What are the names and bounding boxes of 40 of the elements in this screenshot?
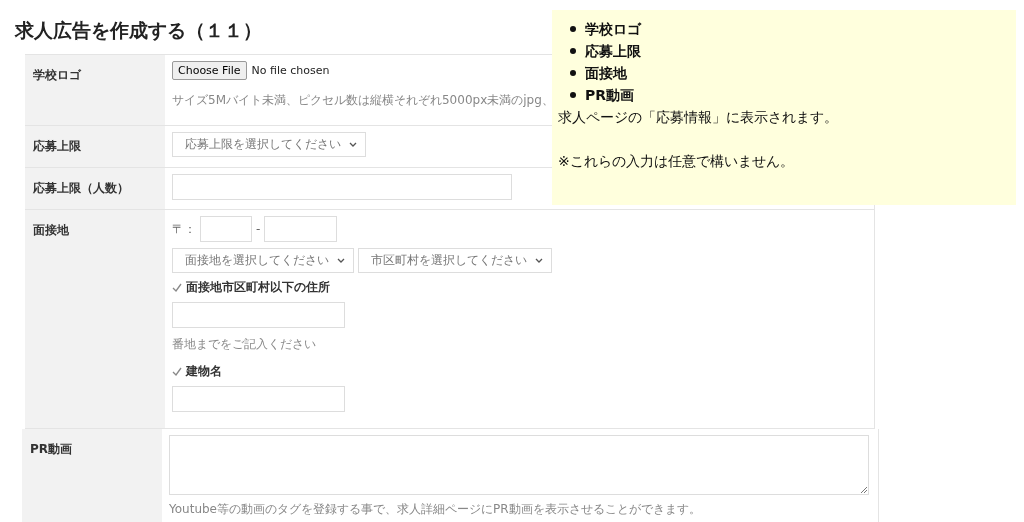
check-icon xyxy=(172,283,182,292)
input-field[interactable] xyxy=(172,302,345,328)
bullet-icon xyxy=(570,48,576,54)
hint-text: Youtube等の動画のタグを登録する事で、求人詳細ページにPR動画を表示させることができます。 xyxy=(169,501,701,518)
page-title: 求人広告を作成する（１１） xyxy=(15,18,262,43)
separator: - xyxy=(256,222,261,236)
field-label: 面接地 xyxy=(25,210,165,428)
hint-text: 番地までをご記入ください xyxy=(172,336,316,353)
field-label: 応募上限（人数） xyxy=(25,168,165,209)
bullet-icon xyxy=(570,70,576,76)
sub-label: 面接地市区町村以下の住所 xyxy=(186,279,330,296)
postal-code-field[interactable] xyxy=(200,216,252,242)
postal-mark: 〒： xyxy=(172,220,196,238)
chevron-down-icon xyxy=(349,142,357,147)
text-area[interactable] xyxy=(169,435,869,495)
note-text: 求人ページの「応募情報」に表示されます。 xyxy=(558,108,839,127)
check-icon xyxy=(172,367,182,376)
file-status: No file chosen xyxy=(251,64,330,77)
input-field[interactable] xyxy=(172,174,512,200)
list-item: 面接地 xyxy=(585,64,627,83)
dropdown[interactable]: 市区町村を選択してください xyxy=(358,248,552,273)
list-item: 学校ロゴ xyxy=(585,20,641,39)
hint-text: サイズ5Mバイト未満、ピクセル数は縦横それぞれ5000px未満のjpg、 xyxy=(172,92,554,109)
note-text: ※これらの入力は任意で構いません。 xyxy=(558,152,795,171)
field-label: 学校ロゴ xyxy=(25,55,165,125)
field-label: PR動画 xyxy=(22,429,162,522)
bullet-icon xyxy=(570,26,576,32)
chevron-down-icon xyxy=(535,258,543,263)
bullet-icon xyxy=(570,92,576,98)
dropdown[interactable]: 応募上限を選択してください xyxy=(172,132,366,157)
list-item: PR動画 xyxy=(585,86,635,105)
resize-grip-icon xyxy=(861,487,867,493)
list-item: 応募上限 xyxy=(585,42,641,61)
field-label: 応募上限 xyxy=(25,126,165,167)
choose-file-button[interactable]: Choose File xyxy=(172,61,247,80)
sub-label: 建物名 xyxy=(186,363,222,380)
chevron-down-icon xyxy=(337,258,345,263)
input-field[interactable] xyxy=(172,386,345,412)
postal-code-field[interactable] xyxy=(264,216,338,242)
dropdown[interactable]: 面接地を選択してください xyxy=(172,248,354,273)
